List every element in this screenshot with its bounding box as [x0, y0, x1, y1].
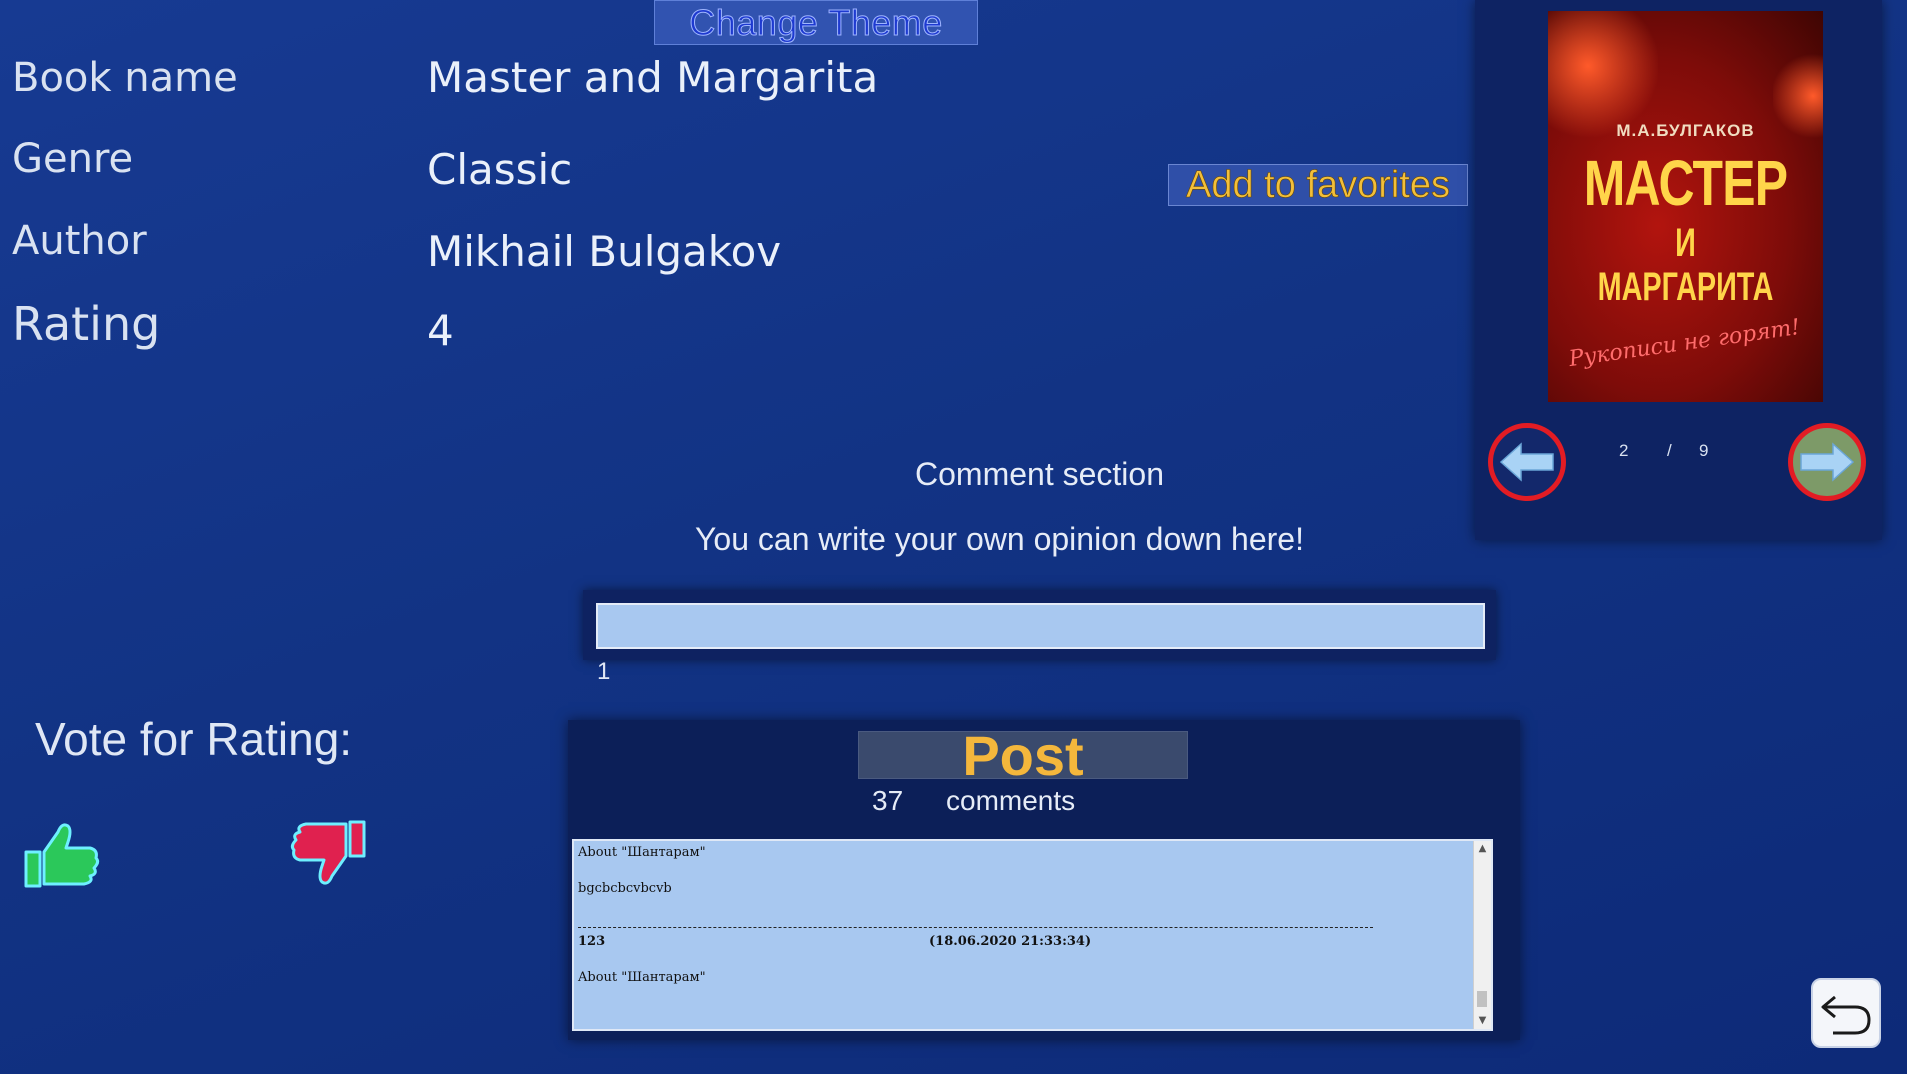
book-name-value: Master and Margarita: [427, 53, 879, 102]
scroll-thumb[interactable]: [1477, 991, 1487, 1007]
comment-count: 37: [872, 785, 904, 816]
book-cover-image: М.А.БУЛГАКОВ МАСТЕР И МАРГАРИТА Рукописи…: [1548, 11, 1823, 402]
pager-current: 2: [1619, 441, 1629, 460]
vote-title: Vote for Rating:: [35, 713, 353, 765]
scroll-up-icon[interactable]: ▲: [1474, 841, 1491, 857]
thumbs-down-icon: [290, 820, 366, 885]
comment-list[interactable]: About "Шантарам" bgcbcbcvbcvb 123 (18.06…: [572, 839, 1493, 1031]
comment-count-label: comments: [946, 785, 1076, 816]
pager-separator: /: [1667, 441, 1672, 460]
previous-cover-button[interactable]: [1488, 423, 1566, 501]
comment-list-scrollbar[interactable]: ▲ ▼: [1473, 841, 1491, 1029]
comment-input[interactable]: [596, 603, 1485, 649]
like-button[interactable]: [22, 818, 102, 890]
book-name-label: Book name: [12, 55, 238, 101]
comment-text: bgcbcbcvbcvb: [578, 881, 672, 896]
author-value: Mikhail Bulgakov: [427, 227, 782, 276]
comment-divider: [578, 927, 1373, 928]
post-comment-button[interactable]: Post: [858, 724, 1188, 787]
next-cover-button[interactable]: [1788, 423, 1866, 501]
scroll-down-icon[interactable]: ▼: [1474, 1013, 1491, 1029]
add-to-favorites-button[interactable]: Add to favorites: [1168, 163, 1468, 206]
comment-char-count: 1: [597, 658, 611, 685]
thumbs-up-icon: [24, 823, 100, 888]
cover-title-line2: И МАРГАРИТА: [1597, 221, 1774, 309]
comment-section-hint: You can write your own opinion down here…: [695, 521, 1304, 557]
comment-author: 123: [578, 934, 606, 949]
arrow-left-icon: [1499, 442, 1554, 482]
cover-author: М.А.БУЛГАКОВ: [1616, 121, 1755, 140]
arrow-right-icon: [1800, 442, 1855, 482]
comment-date: (18.06.2020 21:33:34): [929, 934, 1092, 949]
cover-title-line1: МАСТЕР: [1583, 147, 1788, 219]
author-label: Author: [12, 218, 147, 264]
rating-label: Rating: [12, 297, 161, 351]
genre-label: Genre: [12, 136, 134, 182]
back-button[interactable]: [1811, 978, 1881, 1048]
pager-total: 9: [1699, 441, 1709, 460]
comment-text: About "Шантарам": [578, 845, 706, 860]
comment-section-title: Comment section: [915, 456, 1164, 492]
undo-icon: [1821, 995, 1871, 1035]
dislike-button[interactable]: [288, 818, 368, 890]
cover-tagline: Рукописи не горят!: [1567, 314, 1802, 373]
comment-text: About "Шантарам": [578, 970, 706, 985]
genre-value: Classic: [427, 145, 573, 194]
rating-value: 4: [427, 306, 454, 355]
change-theme-button[interactable]: Change Theme: [654, 0, 978, 45]
